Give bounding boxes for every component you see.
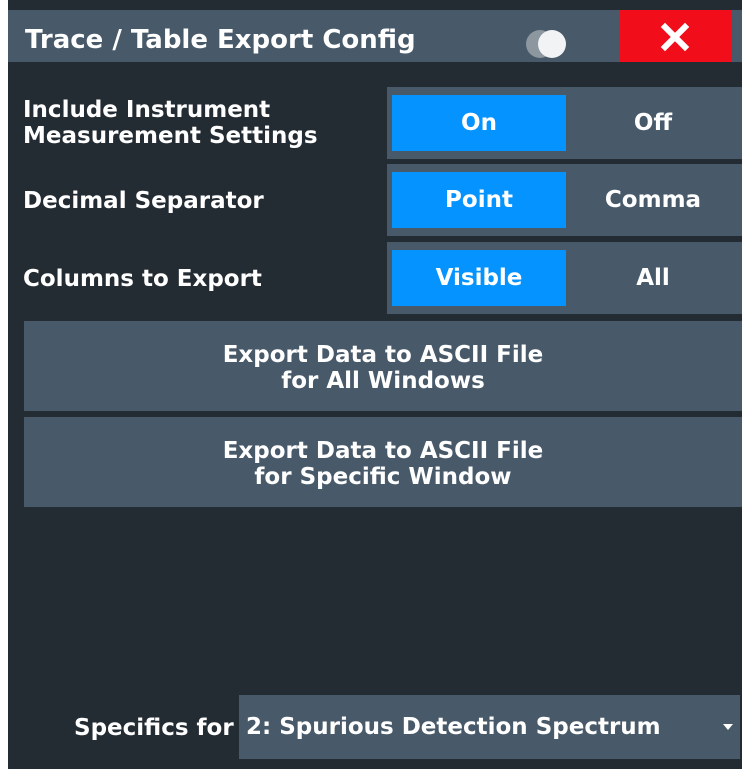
export-specific-window-button[interactable]: Export Data to ASCII File for Specific W… [24, 417, 742, 507]
include-settings-label-line1: Include Instrument [23, 97, 271, 123]
columns-visible-button[interactable]: Visible [392, 250, 566, 306]
title-bar: Trace / Table Export Config [8, 10, 742, 62]
include-settings-off-button[interactable]: Off [566, 95, 740, 151]
specifics-dropdown[interactable]: 2: Spurious Detection Spectrum [239, 695, 740, 759]
transparency-toggle-icon[interactable] [518, 30, 566, 60]
include-settings-on-button[interactable]: On [392, 95, 566, 151]
include-settings-toggle: On Off [387, 87, 742, 159]
dialog-title: Trace / Table Export Config [25, 25, 416, 55]
decimal-separator-label: Decimal Separator [23, 188, 264, 214]
close-button[interactable] [620, 10, 732, 62]
export-specific-line2: for Specific Window [254, 464, 512, 490]
close-icon [660, 22, 690, 52]
export-all-line2: for All Windows [281, 368, 485, 394]
export-all-windows-button[interactable]: Export Data to ASCII File for All Window… [24, 321, 742, 411]
specifics-selected-value: 2: Spurious Detection Spectrum [246, 714, 661, 740]
columns-all-button[interactable]: All [566, 250, 740, 306]
chevron-down-icon [723, 724, 733, 730]
specifics-label: Specifics for [74, 715, 234, 741]
columns-to-export-toggle: Visible All [387, 242, 742, 314]
toggle-front-circle [538, 30, 566, 58]
export-specific-line1: Export Data to ASCII File [222, 438, 544, 464]
include-settings-label-line2: Measurement Settings [23, 123, 318, 149]
export-all-line1: Export Data to ASCII File [222, 342, 544, 368]
export-config-dialog: Trace / Table Export Config Include Inst… [8, 0, 742, 769]
decimal-separator-toggle: Point Comma [387, 164, 742, 236]
decimal-comma-button[interactable]: Comma [566, 172, 740, 228]
decimal-point-button[interactable]: Point [392, 172, 566, 228]
columns-to-export-label: Columns to Export [23, 266, 262, 292]
